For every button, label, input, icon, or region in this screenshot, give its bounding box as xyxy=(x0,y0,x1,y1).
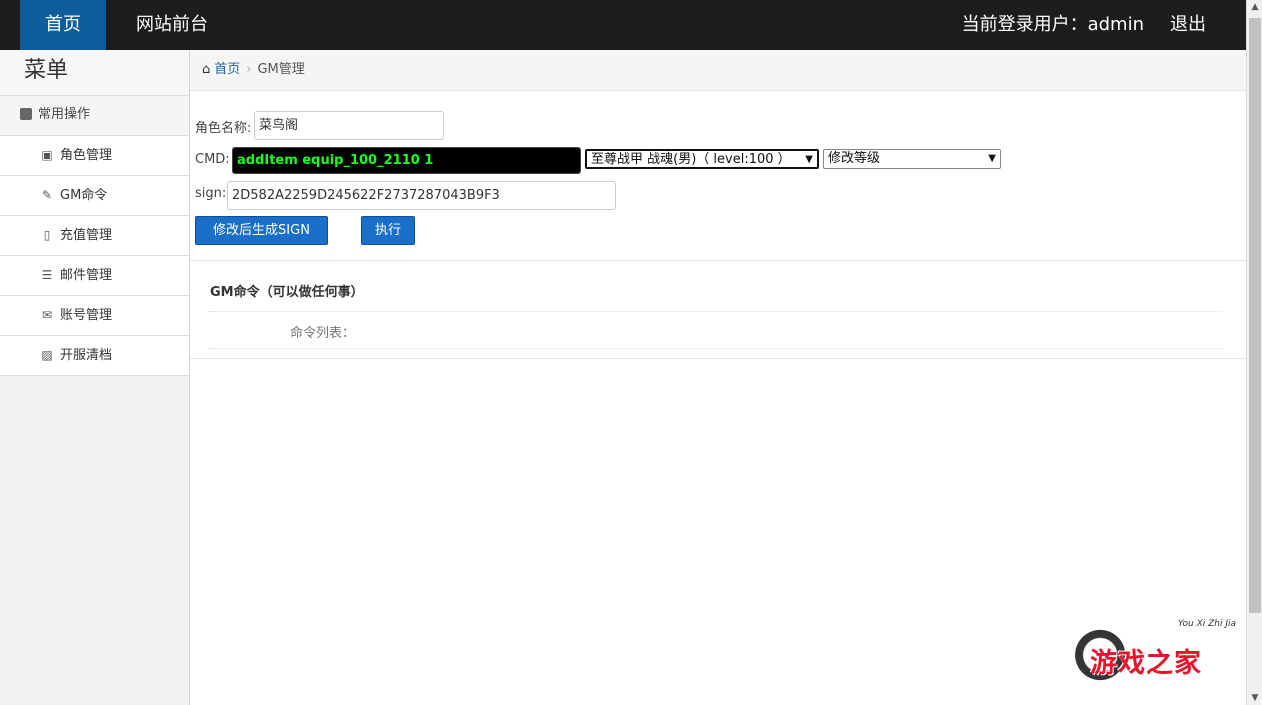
file-icon: ▯ xyxy=(43,228,51,242)
role-name-label: 角色名称: xyxy=(195,121,252,136)
current-user-label: 当前登录用户：admin xyxy=(961,14,1144,35)
divider xyxy=(190,358,1246,359)
breadcrumb: ⌂ 首页 › GM管理 xyxy=(190,50,1246,91)
chevron-right-icon: › xyxy=(246,62,252,77)
vertical-scrollbar[interactable]: ▲ ▼ xyxy=(1246,0,1262,705)
main-content: ⌂ 首页 › GM管理 角色名称: 菜鸟阁 CMD: addItem equip_10… xyxy=(190,50,1246,705)
sidebar-group-label: 常用操作 xyxy=(38,107,91,122)
watermark-pinyin: You Xi Zhi Jia xyxy=(1177,619,1236,629)
role-row: 角色名称: 菜鸟阁 xyxy=(195,110,1246,142)
sidebar-item-label: GM命令 xyxy=(60,188,108,203)
scroll-up-icon[interactable]: ▲ xyxy=(1247,2,1262,12)
sidebar-group-common[interactable]: 常用操作 xyxy=(0,96,189,136)
sidebar: 菜单 常用操作 ▣ 角色管理 ✎ GM命令 ▯ 充值管理 ☰ 邮件管理 ✉ 账号管理 ▨ 开… xyxy=(0,50,190,705)
gm-section-title: GM命令（可以做任何事） xyxy=(210,285,364,300)
cmd-input[interactable]: addItem equip_100_2110 1 xyxy=(232,147,581,174)
sidebar-item-label: 邮件管理 xyxy=(60,268,113,283)
generate-sign-button[interactable]: 修改后生成SIGN xyxy=(195,216,328,245)
logout-link[interactable]: 退出 xyxy=(1170,0,1206,50)
gm-command-list-box xyxy=(208,311,1222,349)
sidebar-item-label: 角色管理 xyxy=(60,148,113,163)
action-select-value: 修改等级 xyxy=(828,151,881,166)
item-select-value: 至尊战甲 战魂(男)（ level:100 ） xyxy=(591,152,791,167)
watermark-brand: 游戏之家 xyxy=(1090,648,1202,679)
divider xyxy=(190,260,1246,261)
cmd-label: CMD: xyxy=(195,152,230,167)
sidebar-item-recharge[interactable]: ▯ 充值管理 xyxy=(0,216,189,256)
sidebar-item-mail[interactable]: ☰ 邮件管理 xyxy=(0,256,189,296)
book-icon xyxy=(20,107,32,120)
chevron-down-icon: ▼ xyxy=(805,154,813,165)
command-list-label: 命令列表： xyxy=(290,326,356,341)
menu-title: 菜单 xyxy=(0,50,189,96)
buttons-row: 修改后生成SIGN 执行 xyxy=(195,215,1246,247)
sidebar-item-role[interactable]: ▣ 角色管理 xyxy=(0,136,189,176)
sidebar-item-label: 账号管理 xyxy=(60,308,113,323)
sidebar-item-label: 充值管理 xyxy=(60,228,113,243)
sign-label: sign: xyxy=(195,186,227,201)
top-navbar: 首页 网站前台 当前登录用户：admin 退出 xyxy=(0,0,1246,50)
chevron-down-icon: ▼ xyxy=(988,153,996,164)
scroll-down-icon[interactable]: ▼ xyxy=(1247,693,1262,703)
users-icon: ▣ xyxy=(41,148,53,162)
watermark-logo: You Xi Zhi Jia 游戏之家 xyxy=(1066,619,1246,691)
sidebar-item-wipe[interactable]: ▨ 开服清档 xyxy=(0,336,189,376)
envelope-icon: ✉ xyxy=(41,308,53,322)
sign-input[interactable]: 2D582A2259D245622F2737287043B9F3 xyxy=(227,181,616,210)
execute-button[interactable]: 执行 xyxy=(361,216,415,245)
breadcrumb-current: GM管理 xyxy=(257,62,305,77)
breadcrumb-home-link[interactable]: 首页 xyxy=(214,62,240,77)
gm-form: 角色名称: 菜鸟阁 CMD: addItem equip_100_2110 1 … xyxy=(190,91,1246,247)
role-name-input[interactable]: 菜鸟阁 xyxy=(254,111,444,140)
home-icon: ⌂ xyxy=(202,62,211,77)
sidebar-item-gm[interactable]: ✎ GM命令 xyxy=(0,176,189,216)
scrollbar-thumb[interactable] xyxy=(1249,18,1261,613)
list-icon: ☰ xyxy=(41,268,53,282)
cmd-row: CMD: addItem equip_100_2110 1 至尊战甲 战魂(男)… xyxy=(195,145,1246,177)
action-select[interactable]: 修改等级 ▼ xyxy=(823,149,1001,169)
wrench-icon: ✎ xyxy=(41,188,53,202)
image-icon: ▨ xyxy=(41,348,53,362)
item-select[interactable]: 至尊战甲 战魂(男)（ level:100 ） ▼ xyxy=(585,149,819,169)
sidebar-item-label: 开服清档 xyxy=(60,348,113,363)
sidebar-item-account[interactable]: ✉ 账号管理 xyxy=(0,296,189,336)
sign-row: sign: 2D582A2259D245622F2737287043B9F3 xyxy=(195,180,1246,212)
nav-front-site-link[interactable]: 网站前台 xyxy=(120,0,224,50)
nav-home-link[interactable]: 首页 xyxy=(20,0,106,50)
